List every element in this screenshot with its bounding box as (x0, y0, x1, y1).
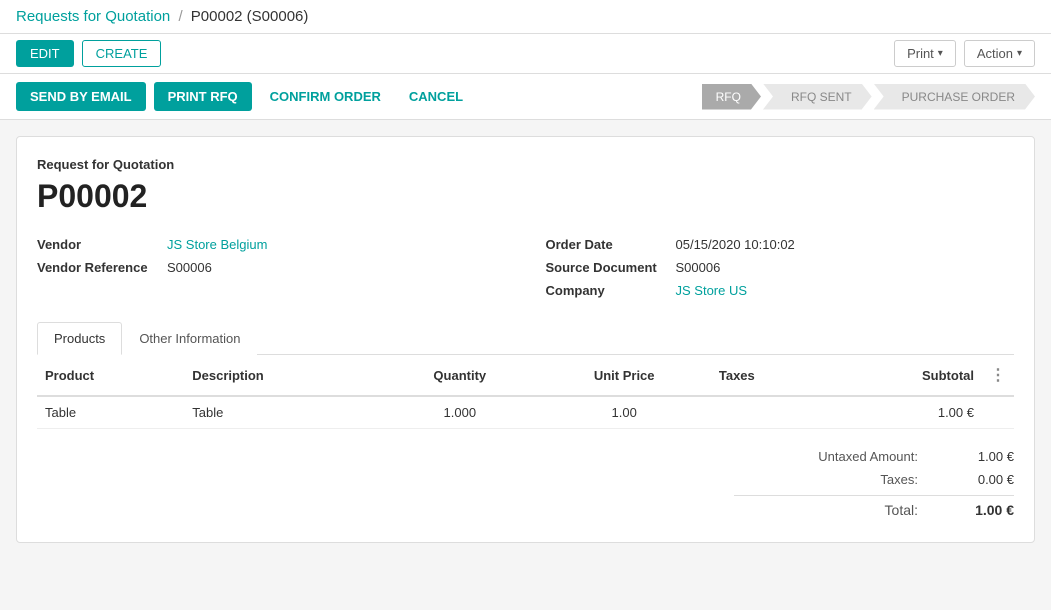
print-dropdown[interactable]: Print ▾ (894, 40, 956, 67)
confirm-order-button[interactable]: CONFIRM ORDER (260, 82, 391, 111)
step-rfq-sent: RFQ SENT (763, 84, 872, 110)
print-label: Print (907, 46, 934, 61)
cell-quantity: 1.000 (382, 396, 537, 429)
fields-grid: Vendor JS Store Belgium Vendor Reference… (37, 233, 1014, 302)
col-subtotal: Subtotal (828, 355, 982, 396)
cell-subtotal: 1.00 € (828, 396, 982, 429)
order-date-row: Order Date 05/15/2020 10:10:02 (546, 233, 1015, 256)
action-dropdown[interactable]: Action ▾ (964, 40, 1035, 67)
source-doc-row: Source Document S00006 (546, 256, 1015, 279)
col-product: Product (37, 355, 184, 396)
status-steps: RFQ RFQ SENT PURCHASE ORDER (702, 84, 1035, 110)
untaxed-value: 1.00 € (934, 449, 1014, 464)
vendor-ref-value: S00006 (167, 260, 212, 275)
order-id: P00002 (37, 178, 1014, 215)
vendor-row: Vendor JS Store Belgium (37, 233, 506, 256)
col-options-icon[interactable]: ⋮ (990, 367, 1006, 384)
products-table-section: Product Description Quantity Unit Price … (37, 355, 1014, 429)
print-caret-icon: ▾ (938, 48, 943, 59)
source-doc-value: S00006 (676, 260, 721, 275)
section-title: Request for Quotation (37, 157, 1014, 172)
products-table: Product Description Quantity Unit Price … (37, 355, 1014, 429)
order-date-value: 05/15/2020 10:10:02 (676, 237, 795, 252)
workflow-bar: SEND BY EMAIL PRINT RFQ CONFIRM ORDER CA… (0, 74, 1051, 120)
action-bar: EDIT CREATE Print ▾ Action ▾ (0, 34, 1051, 74)
cell-unit-price: 1.00 (537, 396, 710, 429)
send-email-button[interactable]: SEND BY EMAIL (16, 82, 146, 111)
action-caret-icon: ▾ (1017, 48, 1022, 59)
company-value[interactable]: JS Store US (676, 283, 748, 298)
table-row: Table Table 1.000 1.00 1.00 € (37, 396, 1014, 429)
breadcrumb-bar: Requests for Quotation / P00002 (S00006) (0, 0, 1051, 34)
taxes-value: 0.00 € (934, 472, 1014, 487)
tab-products[interactable]: Products (37, 322, 122, 355)
untaxed-label: Untaxed Amount: (734, 449, 934, 464)
breadcrumb-parent[interactable]: Requests for Quotation (16, 8, 170, 25)
source-doc-label: Source Document (546, 260, 676, 275)
col-taxes: Taxes (711, 355, 828, 396)
taxes-row: Taxes: 0.00 € (734, 468, 1014, 491)
step-rfq: RFQ (702, 84, 761, 110)
create-button[interactable]: CREATE (82, 40, 162, 67)
totals-section: Untaxed Amount: 1.00 € Taxes: 0.00 € Tot… (37, 445, 1014, 522)
edit-button[interactable]: EDIT (16, 40, 74, 67)
form-card: Request for Quotation P00002 Vendor JS S… (16, 136, 1035, 543)
vendor-ref-label: Vendor Reference (37, 260, 167, 275)
left-fields: Vendor JS Store Belgium Vendor Reference… (37, 233, 506, 302)
tabs: Products Other Information (37, 322, 1014, 355)
cell-description: Table (184, 396, 382, 429)
col-options-header: ⋮ (982, 355, 1014, 396)
col-unit-price: Unit Price (537, 355, 710, 396)
col-description: Description (184, 355, 382, 396)
print-rfq-button[interactable]: PRINT RFQ (154, 82, 252, 111)
total-value: 1.00 € (934, 502, 1014, 518)
totals-table: Untaxed Amount: 1.00 € Taxes: 0.00 € Tot… (734, 445, 1014, 522)
vendor-ref-row: Vendor Reference S00006 (37, 256, 506, 279)
taxes-label: Taxes: (734, 472, 934, 487)
col-quantity: Quantity (382, 355, 537, 396)
company-label: Company (546, 283, 676, 298)
cell-product: Table (37, 396, 184, 429)
breadcrumb-current: P00002 (S00006) (191, 8, 309, 25)
main-content: Request for Quotation P00002 Vendor JS S… (0, 120, 1051, 559)
breadcrumb-separator: / (178, 8, 182, 25)
total-label: Total: (734, 502, 934, 518)
cancel-button[interactable]: CANCEL (399, 82, 473, 111)
step-purchase-order: PURCHASE ORDER (874, 84, 1035, 110)
untaxed-row: Untaxed Amount: 1.00 € (734, 445, 1014, 468)
tab-other-information[interactable]: Other Information (122, 322, 257, 355)
right-fields: Order Date 05/15/2020 10:10:02 Source Do… (546, 233, 1015, 302)
cell-taxes (711, 396, 828, 429)
action-label: Action (977, 46, 1013, 61)
breadcrumb: Requests for Quotation / P00002 (S00006) (16, 8, 1035, 25)
cell-options (982, 396, 1014, 429)
vendor-value[interactable]: JS Store Belgium (167, 237, 267, 252)
table-header-row: Product Description Quantity Unit Price … (37, 355, 1014, 396)
vendor-label: Vendor (37, 237, 167, 252)
grand-total-row: Total: 1.00 € (734, 495, 1014, 522)
company-row: Company JS Store US (546, 279, 1015, 302)
order-date-label: Order Date (546, 237, 676, 252)
